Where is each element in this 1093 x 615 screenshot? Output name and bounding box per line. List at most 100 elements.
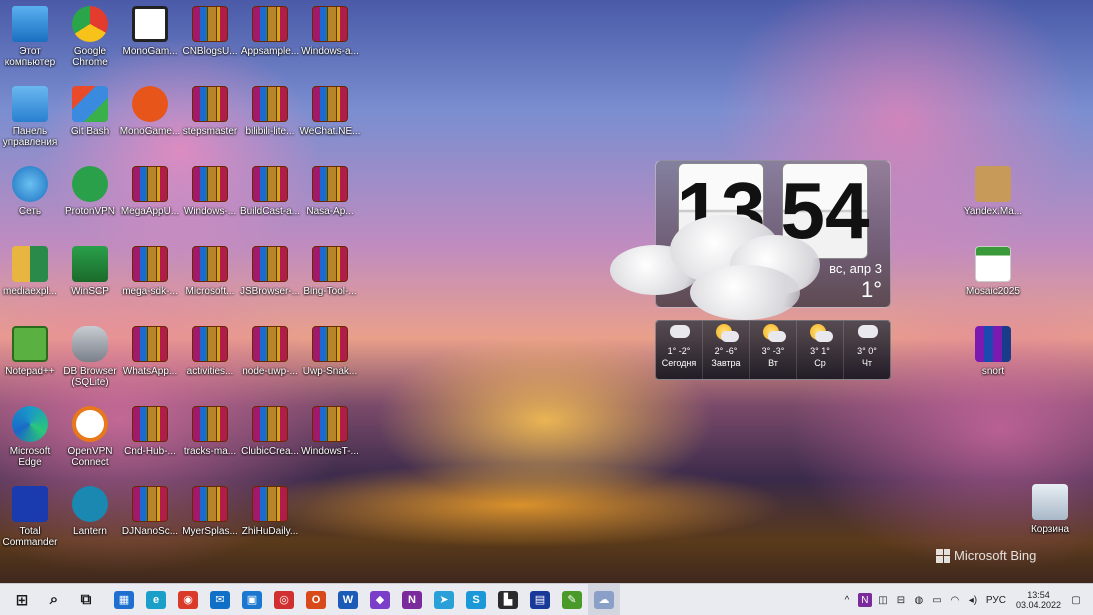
mail-icon: ✉ [210,590,230,609]
desktop-icon[interactable]: bilibili-lite... [240,86,300,162]
search-taskbar-button[interactable]: ⌕ [38,584,70,615]
desktop-icon[interactable]: Nasa-Ap... [300,166,360,242]
task-view-taskbar-button[interactable]: ⧉ [70,584,102,615]
desktop-icon[interactable]: MonoGame... [120,86,180,162]
snort-icon [975,326,1011,362]
edge-taskbar-button[interactable]: e [140,584,172,615]
db-icon [72,326,108,362]
desktop-icon[interactable]: Панель управления [0,86,60,162]
desktop-icon[interactable]: Microsoft... [180,246,240,322]
desktop-icon[interactable]: BuildCast-a... [240,166,300,242]
desktop-icon-label: Этот компьютер [4,46,56,68]
desktop-icon[interactable]: Google Chrome [60,6,120,82]
desktop-icon[interactable]: MegaAppU... [120,166,180,242]
mail-taskbar-button[interactable]: ✉ [204,584,236,615]
wifi-icon[interactable]: ◠ [948,593,962,607]
desktop-icon[interactable]: DJNanoSc... [120,486,180,562]
desktop-icon[interactable]: Lantern [60,486,120,562]
onenote-tray-icon[interactable]: N [857,593,872,607]
skype-taskbar-button[interactable]: S [460,584,492,615]
shield-icon[interactable]: ◫ [876,593,890,607]
desktop-icon-label: bilibili-lite... [245,126,295,137]
rar-icon [312,166,348,202]
desktop-icon[interactable]: MyerSplas... [180,486,240,562]
desktop-icon-label: Appsample... [240,46,300,57]
desktop-icon-label: WindowsT-... [301,446,359,457]
desktop-icon[interactable]: WindowsT-... [300,406,360,482]
desktop-icon[interactable]: Notepad++ [0,326,60,402]
desktop-icon[interactable]: node-uwp-... [240,326,300,402]
start-taskbar-button[interactable]: ⊞ [6,584,38,615]
language-indicator[interactable]: РУС [986,595,1006,606]
cloud-icon [610,205,830,325]
chevron-up-icon[interactable]: ^ [840,593,854,607]
desktop-icon[interactable]: mega-sdk-... [120,246,180,322]
openvpn-icon [72,406,108,442]
desktop-icon[interactable]: Yandex.Ma... [963,166,1023,242]
forecast-temp: 3° -3° [761,346,785,356]
network-icon[interactable]: ▭ [930,593,944,607]
desktop-icon[interactable]: Total Commander [0,486,60,562]
desktop-icon[interactable]: ClubicCrea... [240,406,300,482]
desktop-icon[interactable]: ProtonVPN [60,166,120,242]
desktop-icon[interactable]: Этот компьютер [0,6,60,82]
forecast-day-name: Вт [768,358,778,368]
desktop-icon[interactable]: ZhiHuDaily... [240,486,300,562]
clock-tray[interactable]: 13:54 03.04.2022 [1016,590,1061,610]
desktop-icon[interactable]: WinSCP [60,246,120,322]
desktop-icon[interactable]: Bing-Tool-... [300,246,360,322]
telegram-taskbar-button[interactable]: ➤ [428,584,460,615]
globe-icon[interactable]: ◍ [912,593,926,607]
desktop-icon-label: Nasa-Ap... [306,206,354,217]
desktop-icon[interactable]: Appsample... [240,6,300,82]
desktop-icon[interactable]: MonoGam... [120,6,180,82]
word-taskbar-button[interactable]: W [332,584,364,615]
desktop-icon[interactable]: snort [963,326,1023,402]
rar-icon [132,326,168,362]
desktop-icon[interactable]: tracks-ma... [180,406,240,482]
rar-icon [312,86,348,122]
store-taskbar-button[interactable]: ▦ [108,584,140,615]
forecast-day-name: Чт [861,358,873,368]
rar-icon [192,6,228,42]
desktop-icon-label: ClubicCrea... [241,446,299,457]
media-player-taskbar-button[interactable]: ◎ [268,584,300,615]
desktop-icon[interactable]: Git Bash [60,86,120,162]
forecast-day-name: Сегодня [661,358,697,368]
chrome-taskbar-button[interactable]: ◉ [172,584,204,615]
desktop-icon-label: MonoGam... [122,46,178,57]
desktop-icon[interactable]: Windows-... [180,166,240,242]
desktop-icon[interactable]: Cnd-Hub-... [120,406,180,482]
desktop-icon[interactable]: OpenVPN Connect [60,406,120,482]
sun-cloud-icon [807,323,833,345]
office-taskbar-button[interactable]: O [300,584,332,615]
desktop-icon[interactable]: Uwp-Snak... [300,326,360,402]
desktop-icon[interactable]: WeChat.NE... [300,86,360,162]
weather-forecast-gadget[interactable]: 1° -2° Сегодня 2° -6° Завтра 3° -3° Вт 3° 1° Ср… [655,320,891,380]
desktop-icon-label: BuildCast-a... [239,206,301,217]
weather-taskbar-button[interactable]: ☁ [588,583,620,615]
sticky-notes-taskbar-button[interactable]: ▙ [492,584,524,615]
desktop-icon[interactable]: Windows-a... [300,6,360,82]
desktop-icon[interactable]: activities... [180,326,240,402]
visual-studio-taskbar-button[interactable]: ◆ [364,584,396,615]
notifications-icon[interactable]: ▢ [1069,593,1083,607]
desktop-icon[interactable]: WhatsApp... [120,326,180,402]
volume-icon[interactable]: ◂) [966,593,980,607]
notepadpp-taskbar-button[interactable]: ✎ [556,584,588,615]
desktop-icon[interactable]: Сеть [0,166,60,242]
desktop-icon-label: Cnd-Hub-... [124,446,176,457]
desktop-icon-label: Uwp-Snak... [302,366,358,377]
desktop-icon[interactable]: Mosaic2025 [963,246,1023,322]
desktop-icon[interactable]: DB Browser (SQLite) [60,326,120,402]
desktop-icon[interactable]: JSBrowser-... [240,246,300,322]
desktop-icon[interactable]: mediaexpl... [0,246,60,322]
floppy-save-taskbar-button[interactable]: ▤ [524,584,556,615]
vpn-icon[interactable]: ⊟ [894,593,908,607]
desktop-icon[interactable]: Microsoft Edge [0,406,60,482]
monogame-icon [132,86,168,122]
desktop-icon[interactable]: CNBlogsU... [180,6,240,82]
onenote-taskbar-button[interactable]: N [396,584,428,615]
desktop-icon[interactable]: stepsmaster [180,86,240,162]
remote-desktop-taskbar-button[interactable]: ▣ [236,584,268,615]
